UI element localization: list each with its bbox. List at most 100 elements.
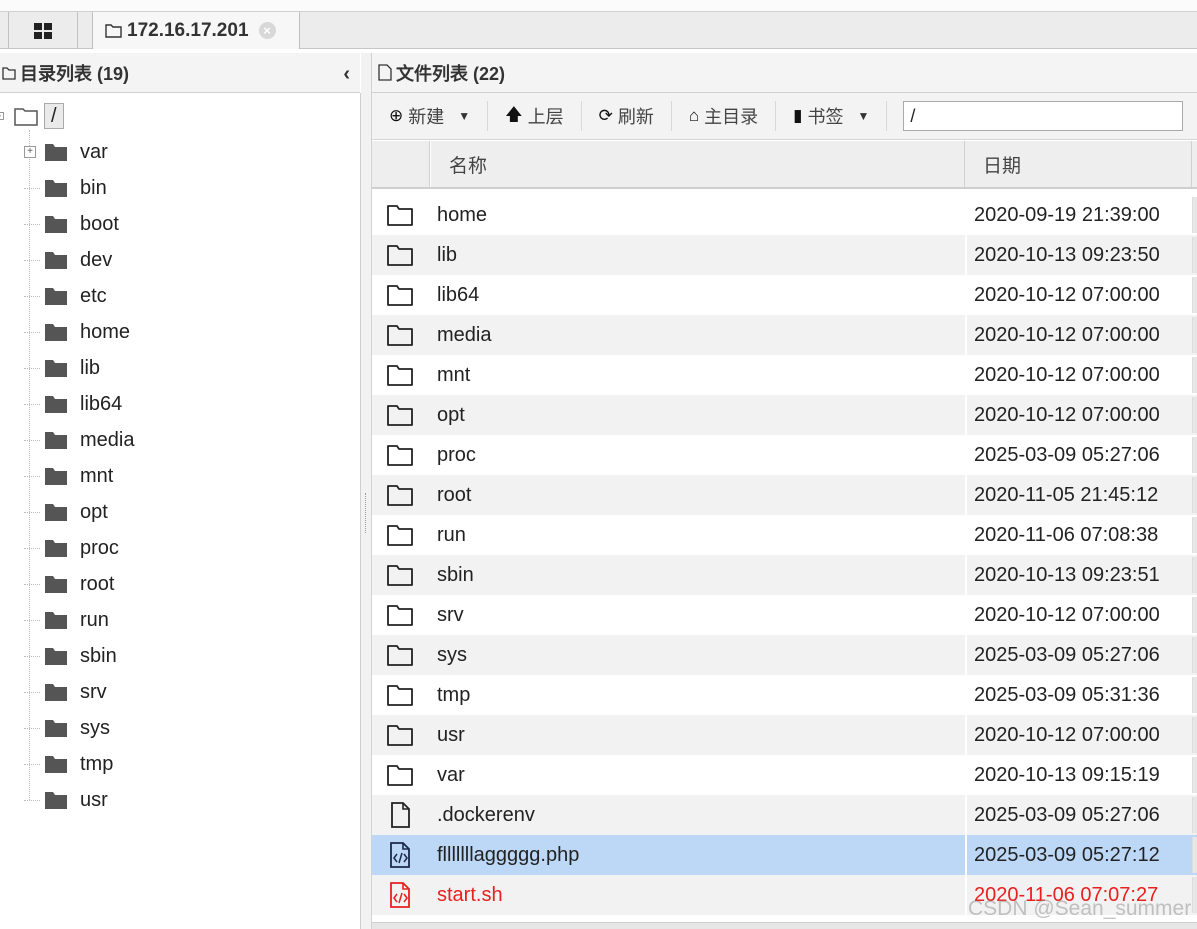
collapse-root-icon[interactable]: - <box>0 112 4 120</box>
file-row[interactable]: opt 2020-10-12 07:00:00 <box>372 395 1197 435</box>
folder-icon <box>45 216 67 233</box>
file-row[interactable]: flllllllaggggg.php 2025-03-09 05:27:12 <box>372 835 1197 875</box>
tree-item[interactable]: media <box>24 422 134 458</box>
refresh-button[interactable]: ⟳ 刷新 <box>582 101 672 131</box>
tree-connector <box>24 547 40 549</box>
file-name: run <box>437 524 466 546</box>
up-button[interactable]: 🡅 上层 <box>488 101 582 131</box>
file-date: 2020-10-13 09:23:50 <box>965 235 1192 275</box>
new-button[interactable]: ⊕ 新建 ▼ <box>372 101 489 131</box>
folder-icon <box>45 324 67 341</box>
tree-item-label: boot <box>80 212 119 235</box>
file-row[interactable]: tmp 2025-03-09 05:31:36 <box>372 675 1197 715</box>
file-date: 2025-03-09 05:27:06 <box>965 635 1192 675</box>
file-row[interactable]: .dockerenv 2025-03-09 05:27:06 <box>372 795 1197 835</box>
tree-item[interactable]: tmp <box>24 746 113 782</box>
folder-outline-icon <box>386 602 414 628</box>
home-button[interactable]: ⌂ 主目录 <box>672 101 777 131</box>
file-name: var <box>437 764 465 786</box>
tree-connector <box>24 763 40 765</box>
tree-item[interactable]: srv <box>24 674 107 710</box>
tree-item[interactable]: sbin <box>24 638 117 674</box>
file-row[interactable]: srv 2020-10-12 07:00:00 <box>372 595 1197 635</box>
tree-item[interactable]: + var <box>24 134 108 170</box>
row-edge-cell <box>1192 517 1197 553</box>
tree-item-label: run <box>80 608 109 631</box>
refresh-button-label: 刷新 <box>617 107 654 127</box>
tree-connector <box>24 223 40 225</box>
tree-item[interactable]: mnt <box>24 458 113 494</box>
file-name: sys <box>437 644 467 666</box>
tree-root-label: / <box>44 103 64 129</box>
tree-item[interactable]: proc <box>24 530 119 566</box>
collapse-left-icon[interactable]: ‹ <box>343 63 350 86</box>
file-row[interactable]: run 2020-11-06 07:08:38 <box>372 515 1197 555</box>
tree-item[interactable]: home <box>24 314 130 350</box>
tree-connector <box>24 475 40 477</box>
tree-connector <box>24 655 40 657</box>
close-tab-icon[interactable]: × <box>258 22 276 39</box>
tree-connector <box>24 799 40 801</box>
folder-outline-icon <box>386 442 414 468</box>
bookmark-button[interactable]: ▮ 书签 ▼ <box>776 101 888 131</box>
file-name: mnt <box>437 364 471 386</box>
file-row[interactable]: media 2020-10-12 07:00:00 <box>372 315 1197 355</box>
file-date: 2020-10-12 07:00:00 <box>965 395 1192 435</box>
caret-down-icon: ▼ <box>458 109 471 123</box>
tree-item[interactable]: run <box>24 602 109 638</box>
pane-splitter[interactable] <box>361 53 372 929</box>
file-icon <box>386 802 414 828</box>
folder-outline-icon <box>386 362 414 388</box>
file-row[interactable]: mnt 2020-10-12 07:00:00 <box>372 355 1197 395</box>
path-input[interactable]: / <box>903 101 1184 131</box>
tree-item[interactable]: etc <box>24 278 107 314</box>
tree-root-node[interactable]: - / <box>0 102 64 130</box>
tree-item[interactable]: lib64 <box>24 386 122 422</box>
caret-down-icon: ▼ <box>857 109 870 123</box>
expand-icon[interactable]: + <box>24 146 36 158</box>
file-date: 2020-10-12 07:00:00 <box>965 595 1192 635</box>
file-list: home 2020-09-19 21:39:00 lib 2020-10-13 09:… <box>372 195 1197 915</box>
tab-host[interactable]: 172.16.17.201 × <box>92 12 300 49</box>
tree-item[interactable]: sys <box>24 710 110 746</box>
code-file-icon <box>386 842 414 868</box>
tree-item[interactable]: usr <box>24 782 108 818</box>
folder-outline-icon <box>386 242 414 268</box>
horizontal-scrollbar[interactable] <box>372 922 1197 929</box>
icon-column-header <box>372 141 430 187</box>
tree-item[interactable]: root <box>24 566 114 602</box>
tree-item-label: srv <box>80 680 107 703</box>
up-button-label: 上层 <box>527 107 564 127</box>
tree-item[interactable]: lib <box>24 350 100 386</box>
folder-icon <box>45 288 67 305</box>
tree-item-label: media <box>80 428 135 451</box>
tree-item-label: var <box>80 140 108 163</box>
folder-open-outline-icon <box>14 108 38 126</box>
date-column-header[interactable]: 日期 <box>965 141 1192 187</box>
file-row[interactable]: home 2020-09-19 21:39:00 <box>372 195 1197 235</box>
file-row[interactable]: proc 2025-03-09 05:27:06 <box>372 435 1197 475</box>
file-row[interactable]: sbin 2020-10-13 09:23:51 <box>372 555 1197 595</box>
row-edge-cell <box>1192 797 1197 833</box>
name-column-header[interactable]: 名称 <box>430 141 965 187</box>
tree-item[interactable]: opt <box>24 494 108 530</box>
file-row[interactable]: sys 2025-03-09 05:27:06 <box>372 635 1197 675</box>
file-date: 2020-11-06 07:08:38 <box>965 515 1192 555</box>
tree-item[interactable]: boot <box>24 206 119 242</box>
tree-item[interactable]: bin <box>24 170 107 206</box>
file-name: lib64 <box>437 284 480 306</box>
splitter-grip[interactable] <box>365 493 367 533</box>
tree-connector <box>24 295 40 297</box>
file-panel-title: 文件列表 (22) <box>396 63 506 84</box>
tree-item[interactable]: dev <box>24 242 112 278</box>
file-row[interactable]: var 2020-10-13 09:15:19 <box>372 755 1197 795</box>
file-name: sbin <box>437 564 474 586</box>
file-row[interactable]: root 2020-11-05 21:45:12 <box>372 475 1197 515</box>
file-row[interactable]: lib64 2020-10-12 07:00:00 <box>372 275 1197 315</box>
row-edge-cell <box>1192 717 1197 753</box>
tab-home-grid[interactable] <box>8 12 78 49</box>
file-row[interactable]: lib 2020-10-13 09:23:50 <box>372 235 1197 275</box>
file-row[interactable]: usr 2020-10-12 07:00:00 <box>372 715 1197 755</box>
home-button-label: 主目录 <box>704 107 759 127</box>
tree-item-label: mnt <box>80 464 114 487</box>
